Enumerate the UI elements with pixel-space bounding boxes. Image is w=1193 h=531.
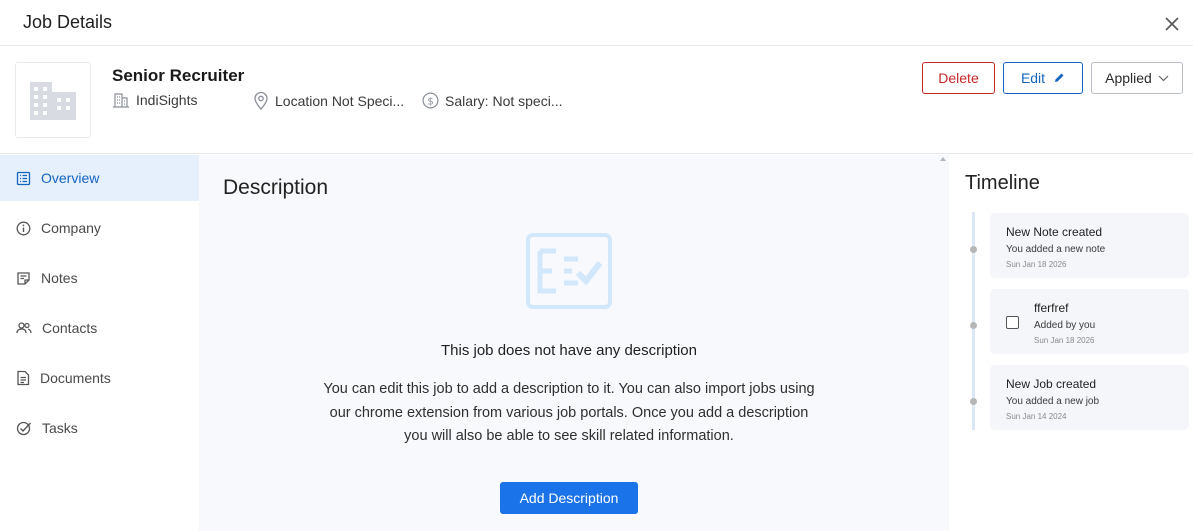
edit-button[interactable]: Edit: [1003, 62, 1083, 94]
sidebar-item-overview[interactable]: Overview: [0, 155, 199, 201]
event-date: Sun Jan 18 2026: [1034, 336, 1095, 345]
timeline-dot: [970, 322, 977, 329]
sidebar-item-label: Company: [41, 220, 101, 236]
company-logo: [15, 62, 91, 138]
event-title: New Note created: [1006, 225, 1103, 239]
empty-state-title: This job does not have any description: [441, 342, 697, 359]
edit-label: Edit: [1020, 70, 1046, 86]
close-icon: [1165, 17, 1179, 31]
status-select[interactable]: Applied: [1091, 62, 1183, 94]
event-title: fferfref: [1034, 301, 1069, 315]
sidebar-item-label: Notes: [41, 270, 78, 286]
event-title: New Job created: [1006, 377, 1097, 391]
sidebar-item-label: Overview: [41, 170, 100, 186]
contacts-icon: [16, 322, 32, 334]
document-icon: [17, 370, 30, 386]
event-subtitle: You added a new job: [1006, 396, 1100, 407]
empty-state-text: You can edit this job to add a descripti…: [323, 381, 815, 444]
timeline-heading: Timeline: [965, 172, 1040, 194]
dialog-title: Job Details: [23, 12, 113, 32]
dialog-header: Job Details: [0, 0, 1193, 46]
job-header: Senior Recruiter IndiSights Location Not…: [0, 47, 1193, 154]
overview-icon: [16, 171, 31, 185]
timeline-panel: Timeline New Note created You added a ne…: [949, 155, 1193, 531]
sidebar-item-label: Tasks: [42, 420, 78, 436]
sidebar-nav: Overview Company Notes Contacts Document…: [0, 155, 199, 531]
sidebar-item-label: Documents: [40, 370, 111, 386]
dollar-circle-icon: $: [422, 92, 439, 109]
job-location: Location Not Speci...: [253, 92, 404, 110]
event-date: Sun Jan 14 2024: [1006, 412, 1067, 421]
description-panel: Description This job does not have any d…: [199, 155, 949, 531]
sidebar-item-tasks[interactable]: Tasks: [0, 405, 199, 451]
timeline-dot: [970, 398, 977, 405]
building-icon: [30, 82, 76, 120]
sidebar-item-contacts[interactable]: Contacts: [0, 305, 199, 351]
tasks-icon: [16, 421, 32, 436]
add-description-button[interactable]: Add Description: [500, 482, 638, 514]
description-heading: Description: [223, 176, 329, 199]
timeline-dot: [970, 246, 977, 253]
sidebar-item-label: Contacts: [42, 320, 98, 336]
company-icon: [113, 93, 129, 108]
sidebar-item-documents[interactable]: Documents: [0, 355, 199, 401]
status-value: Applied: [1105, 70, 1152, 86]
empty-description-icon: [526, 233, 612, 314]
timeline-task: fferfref Added by you Sun Jan 18 2026: [990, 289, 1189, 354]
delete-button[interactable]: Delete: [922, 62, 995, 94]
job-company: IndiSights: [112, 92, 197, 108]
info-icon: [16, 221, 31, 235]
scroll-up-arrow[interactable]: [940, 157, 946, 161]
notes-icon: [17, 271, 30, 285]
pencil-icon: [1055, 73, 1064, 82]
event-subtitle: You added a new note: [1006, 244, 1106, 255]
close-button[interactable]: [1161, 13, 1183, 35]
timeline-event: New Job created You added a new job Sun …: [990, 365, 1189, 430]
chevron-down-icon: [1158, 75, 1169, 81]
job-title: Senior Recruiter: [112, 66, 245, 85]
salary-text: Salary: Not speci...: [445, 92, 563, 109]
event-date: Sun Jan 18 2026: [1006, 260, 1067, 269]
company-name: IndiSights: [136, 92, 198, 108]
job-salary: $ Salary: Not speci...: [422, 92, 563, 109]
location-pin-icon: [254, 92, 268, 110]
sidebar-item-company[interactable]: Company: [0, 205, 199, 251]
delete-label: Delete: [938, 70, 979, 86]
sidebar-item-notes[interactable]: Notes: [0, 255, 199, 301]
task-checkbox[interactable]: [1006, 316, 1019, 329]
location-text: Location Not Speci...: [275, 93, 405, 109]
timeline-event: New Note created You added a new note Su…: [990, 213, 1189, 278]
event-subtitle: Added by you: [1034, 320, 1096, 331]
svg-text:$: $: [427, 96, 433, 107]
